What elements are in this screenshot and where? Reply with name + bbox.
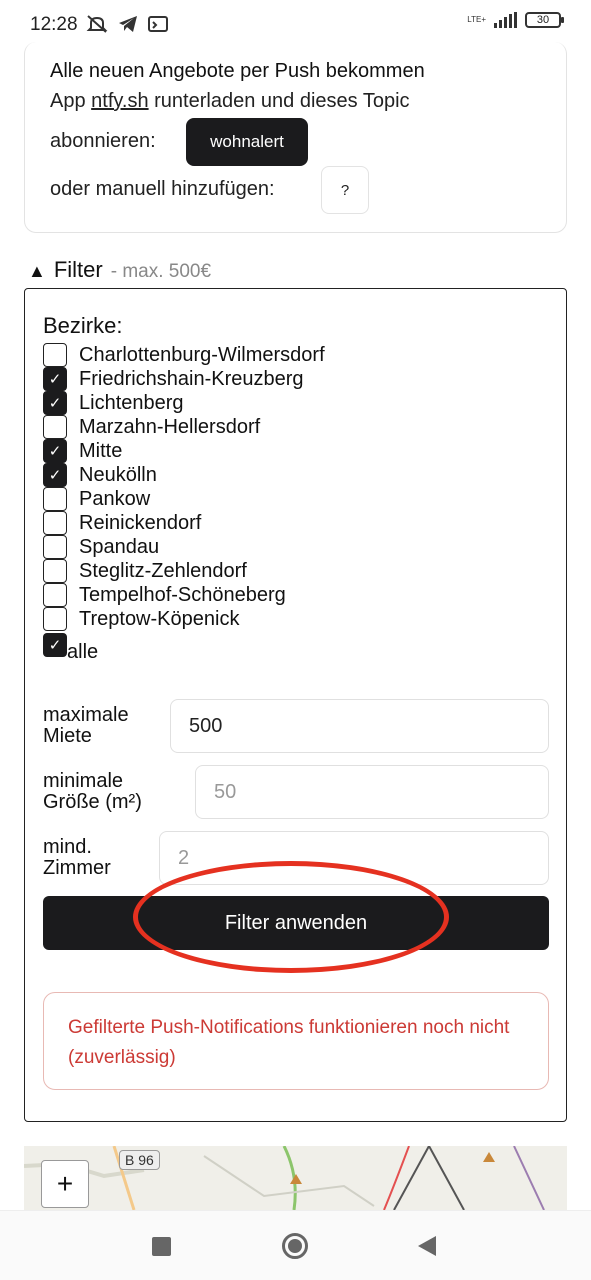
push-text-suffix: runterladen und dieses Topic [148, 90, 410, 112]
all-districts-label: alle [67, 641, 99, 663]
android-nav-bar [0, 1210, 591, 1280]
districts-label: Bezirke: [43, 313, 123, 338]
district-option[interactable]: Spandau [43, 535, 325, 559]
status-icons-right: LTE+ 30 [467, 12, 564, 28]
status-icons-left [86, 14, 168, 34]
district-label: Steglitz-Zehlendorf [79, 559, 247, 582]
apply-filter-button[interactable]: Filter anwenden [43, 896, 549, 950]
filter-hint: - max. 500€ [110, 261, 212, 282]
warning-message: Gefilterte Push-Notifications funktionie… [43, 992, 549, 1090]
push-title: Alle neuen Angebote per Push bekommen [50, 60, 425, 82]
min-size-label-line2: Größe (m²) [43, 791, 142, 813]
min-rooms-input[interactable]: 2 [159, 831, 549, 885]
district-checkbox[interactable]: ✓ [43, 463, 67, 487]
district-label: Charlottenburg-Wilmersdorf [79, 343, 325, 366]
district-list: Charlottenburg-Wilmersdorf ✓ Friedrichshai… [43, 343, 325, 631]
district-option[interactable]: ✓ Mitte [43, 439, 325, 463]
district-option[interactable]: ✓ Neukölln [43, 463, 325, 487]
district-option[interactable]: ✓ Lichtenberg [43, 391, 325, 415]
status-time: 12:28 [30, 14, 78, 35]
district-option[interactable]: ✓ Friedrichshain-Kreuzberg [43, 367, 325, 391]
district-label: Marzahn-Hellersdorf [79, 415, 261, 438]
manual-add-label: oder manuell hinzufügen: [50, 178, 275, 200]
all-districts-option[interactable]: ✓ alle [43, 633, 98, 664]
push-text-prefix: App [50, 90, 92, 112]
ntfy-link[interactable]: ntfy.sh [91, 90, 148, 112]
battery-icon: 30 [525, 12, 564, 28]
max-rent-label-line2: Miete [43, 725, 92, 747]
district-checkbox[interactable] [43, 487, 67, 511]
min-rooms-label: mind. Zimmer [43, 837, 111, 879]
district-checkbox[interactable] [43, 607, 67, 631]
filter-toggle[interactable]: ▲ Filter - max. 500€ [28, 257, 211, 283]
help-button[interactable]: ? [321, 166, 369, 214]
district-option[interactable]: Treptow-Köpenick [43, 607, 325, 631]
min-size-row: minimale Größe (m²) 50 [43, 765, 549, 819]
all-districts-checkbox[interactable]: ✓ [43, 633, 67, 657]
district-option[interactable]: Charlottenburg-Wilmersdorf [43, 343, 325, 367]
district-checkbox[interactable] [43, 415, 67, 439]
max-rent-label-line1: maximale [43, 704, 129, 726]
district-checkbox[interactable]: ✓ [43, 439, 67, 463]
map-roads [24, 1146, 545, 1210]
terminal-icon [148, 16, 168, 32]
district-label: Mitte [79, 439, 123, 462]
min-rooms-label-line2: Zimmer [43, 857, 111, 879]
max-rent-row: maximale Miete 500 [43, 699, 549, 753]
district-option[interactable]: Steglitz-Zehlendorf [43, 559, 325, 583]
max-rent-input[interactable]: 500 [170, 699, 549, 753]
district-checkbox[interactable] [43, 583, 67, 607]
signal-icon [494, 12, 517, 28]
status-bar: 12:28 LTE+ 30 [0, 0, 591, 48]
district-label: Tempelhof-Schöneberg [79, 583, 286, 606]
recents-icon[interactable] [152, 1237, 171, 1256]
telegram-icon [119, 16, 137, 32]
collapse-triangle-icon: ▲ [28, 261, 46, 281]
district-checkbox[interactable] [43, 511, 67, 535]
district-label: Lichtenberg [79, 391, 184, 414]
min-rooms-row: mind. Zimmer 2 [43, 831, 549, 885]
min-size-label-line1: minimale [43, 770, 124, 792]
district-checkbox[interactable] [43, 535, 67, 559]
district-label: Spandau [79, 535, 160, 558]
road-label: B 96 [119, 1150, 160, 1170]
home-icon[interactable] [282, 1233, 308, 1259]
district-label: Reinickendorf [79, 511, 202, 534]
district-checkbox[interactable]: ✓ [43, 367, 67, 391]
mute-icon [86, 15, 108, 33]
zoom-in-button[interactable]: + [41, 1160, 89, 1208]
filter-panel: Bezirke: Charlottenburg-Wilmersdorf ✓ Frie… [24, 288, 567, 1122]
min-size-label: minimale Größe (m²) [43, 771, 142, 813]
district-label: Pankow [79, 487, 151, 510]
filter-title: Filter [53, 257, 103, 282]
min-rooms-label-line1: mind. [43, 836, 92, 858]
push-info-card: Alle neuen Angebote per Push bekommen Ap… [24, 42, 567, 233]
district-checkbox[interactable] [43, 559, 67, 583]
map[interactable]: B 96 + [24, 1146, 567, 1210]
district-option[interactable]: Marzahn-Hellersdorf [43, 415, 325, 439]
topic-button[interactable]: wohnalert [186, 118, 308, 166]
district-label: Treptow-Köpenick [79, 607, 240, 630]
district-checkbox[interactable]: ✓ [43, 391, 67, 415]
district-option[interactable]: Pankow [43, 487, 325, 511]
district-option[interactable]: Tempelhof-Schöneberg [43, 583, 325, 607]
district-checkbox[interactable] [43, 343, 67, 367]
network-type: LTE+ [467, 15, 486, 24]
subscribe-label: abonnieren: [50, 130, 156, 152]
push-instructions: App ntfy.sh runterladen und dieses Topic [50, 90, 410, 113]
min-size-input[interactable]: 50 [195, 765, 549, 819]
district-label: Neukölln [79, 463, 157, 486]
max-rent-label: maximale Miete [43, 705, 129, 747]
back-icon[interactable] [418, 1236, 436, 1256]
district-label: Friedrichshain-Kreuzberg [79, 367, 304, 390]
district-option[interactable]: Reinickendorf [43, 511, 325, 535]
